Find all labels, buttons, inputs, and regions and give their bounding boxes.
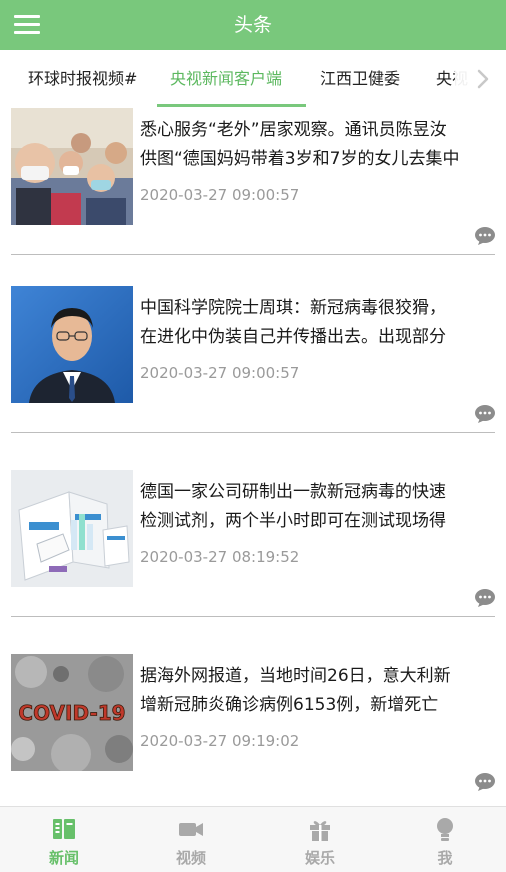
item-divider (11, 432, 495, 433)
news-headline: 中国科学院院士周琪：新冠病毒很狡猾， 在进化中伪装自己并传播出去。出现部分 (140, 298, 446, 347)
active-tab-indicator (157, 104, 306, 107)
news-feed-list[interactable]: 悉心服务“老外”居家观察。通讯员陈昱汝 供图“德国妈妈带着3岁和7岁的女儿去集中… (0, 108, 506, 806)
publish-time: 2020-03-27 09:00:57 (140, 364, 300, 382)
nav-label-video: 视频 (175, 849, 206, 867)
chevron-right-icon[interactable] (472, 66, 494, 92)
nav-item-news[interactable]: 新闻 (1, 807, 127, 872)
page-title: 头条 (233, 14, 272, 36)
news-item[interactable]: 中国科学院院士周琪：新冠病毒很狡猾， 在进化中伪装自己并传播出去。出现部分 20… (0, 286, 506, 470)
nav-item-entertainment[interactable]: 娱乐 (257, 807, 383, 872)
nav-label-me: 我 (437, 849, 453, 867)
nav-item-video[interactable]: 视频 (128, 807, 254, 872)
person-icon (432, 816, 458, 842)
item-divider (11, 254, 495, 255)
news-headline: 据海外网报道，当地时间26日，意大利新 增新冠肺炎确诊病例6153例，新增死亡 (140, 666, 451, 715)
comment-icon[interactable] (474, 588, 496, 608)
hamburger-menu-icon[interactable] (14, 13, 40, 37)
publish-time: 2020-03-27 08:19:52 (140, 548, 300, 566)
scientist-portrait-photo (11, 286, 133, 403)
covid-19-graphic: COVID-19 (11, 654, 133, 771)
publish-time: 2020-03-27 09:19:02 (140, 732, 300, 750)
news-book-icon (51, 816, 77, 842)
comment-icon[interactable] (474, 772, 496, 792)
item-divider (11, 616, 495, 617)
publish-time: 2020-03-27 09:00:57 (140, 186, 300, 204)
tab-huanqiu-video[interactable]: 环球时报视频# (28, 50, 137, 108)
news-item[interactable]: COVID-19 据海外网报道，当地时间26日，意大利新 增新冠肺炎确诊病例61… (0, 654, 506, 806)
covid-thumb-text: COVID-19 (18, 701, 125, 725)
news-item[interactable]: 德国一家公司研制出一款新冠病毒的快速 检测试剂，两个半小时即可在测试现场得 20… (0, 470, 506, 654)
nav-item-me[interactable]: 我 (382, 807, 506, 872)
family-selfie-photo (11, 108, 133, 225)
tab-cctv-news-client[interactable]: 央视新闻客户端 (170, 50, 282, 108)
video-camera-icon (178, 816, 204, 842)
tab-jiangxi-health[interactable]: 江西卫健委 (320, 50, 400, 108)
news-headline: 悉心服务“老外”居家观察。通讯员陈昱汝 供图“德国妈妈带着3岁和7岁的女儿去集中 (140, 120, 460, 169)
top-app-bar: 头条 (0, 0, 506, 50)
comment-icon[interactable] (474, 404, 496, 424)
nav-label-news: 新闻 (48, 849, 79, 867)
comment-icon[interactable] (474, 226, 496, 246)
news-headline: 德国一家公司研制出一款新冠病毒的快速 检测试剂，两个半小时即可在测试现场得 (140, 482, 446, 531)
category-tab-bar: 环球时报视频# 央视新闻客户端 江西卫健委 央视 (0, 50, 506, 108)
gift-icon (307, 816, 333, 842)
bottom-navigation-bar: 新闻 视频 娱乐 我 (0, 806, 506, 872)
news-item[interactable]: 悉心服务“老外”居家观察。通讯员陈昱汝 供图“德国妈妈带着3岁和7岁的女儿去集中… (0, 108, 506, 292)
nav-label-entertainment: 娱乐 (304, 849, 335, 867)
test-kit-photo (11, 470, 133, 587)
news-app-screen: 头条 环球时报视频# 央视新闻客户端 江西卫健委 央视 悉心服务“老外”居家观察… (0, 0, 506, 872)
